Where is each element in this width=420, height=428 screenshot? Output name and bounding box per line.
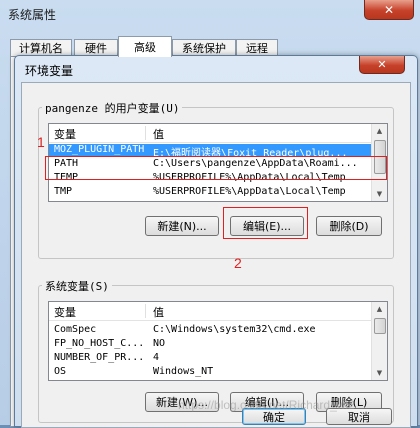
table-row[interactable]: TMP %USERPROFILE%\AppData\Local\Temp (49, 186, 387, 199)
tab-bar: 计算机名 硬件 高级 系统保护 远程 (10, 36, 410, 57)
scroll-up-icon[interactable]: ▲ (372, 124, 387, 138)
scroll-thumb[interactable] (374, 318, 386, 334)
scroll-up-icon[interactable]: ▲ (372, 302, 387, 316)
annotation-marker-2: 2 (234, 255, 242, 271)
close-icon: ✕ (383, 2, 395, 17)
dialog-body: pangenze 的用户变量(U) 变量 值 MOZ_PLUGIN_PATH E… (21, 82, 411, 428)
tab-system-protection[interactable]: 系统保护 (172, 39, 236, 56)
column-header-variable[interactable]: 变量 (54, 304, 76, 320)
list-header: 变量 值 (49, 302, 387, 321)
system-variables-list[interactable]: 变量 值 ComSpec C:\Windows\system32\cmd.exe… (48, 301, 388, 381)
tab-remote[interactable]: 远程 (236, 39, 278, 56)
tab-hardware[interactable]: 硬件 (74, 39, 118, 56)
annotation-box-edit-button (223, 207, 308, 239)
annotation-box-path-row (45, 156, 387, 180)
column-header-value[interactable]: 值 (153, 304, 164, 320)
user-variables-label: pangenze 的用户变量(U) (42, 100, 183, 116)
table-row[interactable]: ComSpec C:\Windows\system32\cmd.exe (49, 324, 387, 337)
tab-advanced[interactable]: 高级 (118, 36, 172, 57)
table-row[interactable]: NUMBER_OF_PR... 4 (49, 352, 387, 365)
system-variables-label: 系统变量(S) (42, 278, 112, 294)
column-header-value[interactable]: 值 (153, 126, 164, 142)
tab-computer-name[interactable]: 计算机名 (10, 39, 72, 56)
scroll-down-icon[interactable]: ▼ (372, 366, 387, 380)
table-row[interactable]: FP_NO_HOST_C... NO (49, 338, 387, 351)
list-header: 变量 值 (49, 124, 387, 143)
dialog-title: 环境变量 (25, 64, 74, 78)
dialog-title: 系统属性 (8, 8, 57, 22)
close-button[interactable]: ✕ (364, 0, 414, 20)
watermark: https://blog.csdn.net/Richard_wl2 (178, 398, 355, 412)
column-header-variable[interactable]: 变量 (54, 126, 76, 142)
environment-variables-dialog: 环境变量 ✕ pangenze 的用户变量(U) 变量 值 MOZ_PLUGIN… (14, 55, 418, 428)
new-user-variable-button[interactable]: 新建(N)... (145, 216, 219, 236)
close-button[interactable]: ✕ (359, 56, 405, 74)
close-icon: ✕ (377, 58, 387, 71)
scroll-down-icon[interactable]: ▼ (372, 187, 387, 201)
table-row[interactable]: OS Windows_NT (49, 366, 387, 379)
delete-user-variable-button[interactable]: 删除(D) (316, 216, 382, 236)
annotation-marker-1: 1 (37, 134, 45, 150)
vertical-scrollbar[interactable]: ▲ ▼ (371, 302, 387, 380)
